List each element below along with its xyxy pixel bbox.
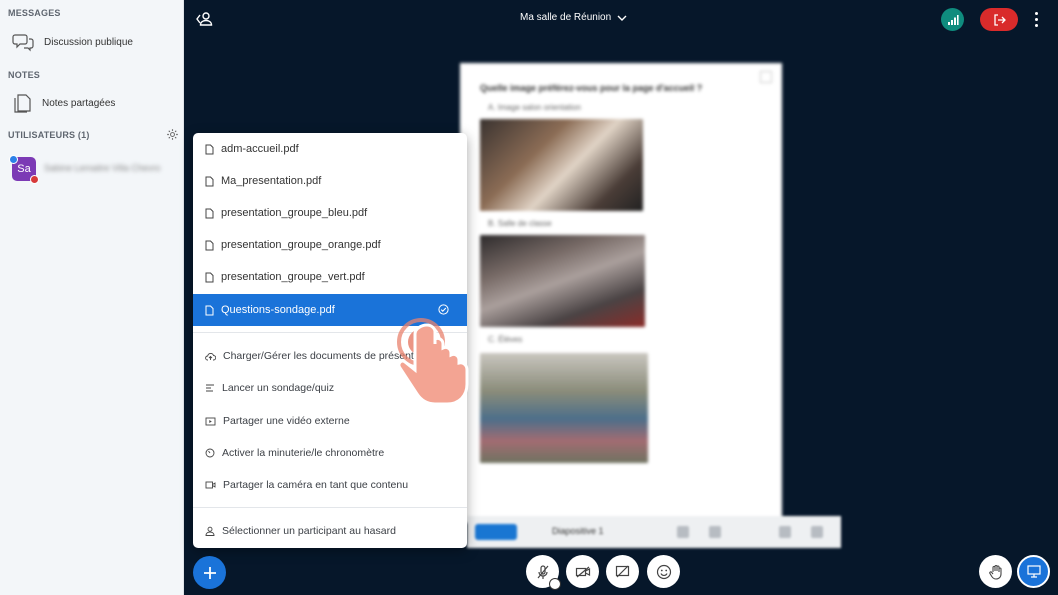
menu-file-label: Ma_presentation.pdf (221, 175, 322, 187)
room-title[interactable]: Ma salle de Réunion (520, 12, 627, 23)
camera-icon (205, 481, 216, 489)
presentation-toolbar: Diapositive 1 (467, 516, 841, 548)
file-icon (205, 176, 214, 186)
menu-file-item[interactable]: presentation_groupe_vert.pdf (193, 261, 467, 293)
menu-file-item-selected[interactable]: Questions-sondage.pdf (193, 294, 467, 326)
menu-file-label: Questions-sondage.pdf (221, 304, 335, 316)
zoom-in-icon[interactable] (779, 526, 791, 538)
logout-icon (993, 13, 1006, 26)
shared-notes-item[interactable]: Notes partagées (0, 86, 184, 120)
menu-random-participant-item[interactable]: Sélectionner un participant au hasard (193, 515, 467, 547)
slide-corner (760, 71, 772, 83)
camera-button[interactable] (566, 555, 599, 588)
slide-option-a: A. Image salon orientation (488, 103, 581, 112)
users-section-title: UTILISATEURS (1) (8, 130, 90, 140)
public-chat-label: Discussion publique (44, 36, 133, 48)
slide-option-b: B. Salle de classe (488, 219, 552, 228)
presentation-toggle-button[interactable] (1017, 555, 1050, 588)
menu-camera-item[interactable]: Partager la caméra en tant que contenu (193, 469, 467, 501)
audio-settings-badge[interactable] (549, 578, 561, 590)
sidebar: MESSAGES Discussion publique NOTES Notes… (0, 0, 184, 595)
slide-image-c (480, 353, 648, 463)
file-icon (205, 272, 214, 282)
leave-button[interactable] (980, 8, 1018, 31)
plus-icon (203, 566, 216, 579)
slide-option-c: C. Élèves (488, 335, 523, 344)
shared-notes-label: Notes partagées (42, 97, 116, 109)
mute-button[interactable] (526, 555, 561, 590)
presenter-badge (9, 155, 18, 164)
notes-section-title: NOTES (8, 70, 41, 80)
menu-random-participant-label: Sélectionner un participant au hasard (222, 525, 396, 537)
menu-file-label: presentation_groupe_orange.pdf (221, 239, 381, 251)
smiley-icon (656, 564, 671, 579)
slide-action-button[interactable] (475, 524, 517, 540)
file-icon (205, 305, 214, 315)
screenshare-button[interactable] (606, 555, 639, 588)
file-icon (205, 240, 214, 250)
room-title-text: Ma salle de Réunion (520, 12, 612, 23)
menu-divider (193, 332, 467, 333)
connection-status-button[interactable] (941, 8, 964, 31)
menu-file-item[interactable]: presentation_groupe_orange.pdf (193, 229, 467, 261)
check-circle-icon (438, 304, 449, 315)
menu-video-label: Partager une vidéo externe (223, 415, 350, 427)
file-icon (205, 144, 214, 154)
microphone-off-icon (537, 564, 548, 579)
timer-icon (205, 448, 215, 458)
hand-icon (988, 564, 1002, 580)
menu-file-label: presentation_groupe_vert.pdf (221, 271, 365, 283)
presentation-icon (1026, 565, 1041, 578)
file-icon (205, 208, 214, 218)
chat-icon (12, 34, 34, 52)
user-list-item[interactable]: Sa Sabine Lemaitre Villa Chevro (0, 153, 184, 187)
chevron-down-icon (617, 15, 627, 21)
gear-icon[interactable] (166, 128, 179, 141)
cloud-upload-icon (205, 352, 216, 360)
slide-image-a (480, 119, 643, 211)
slide-selector[interactable]: Diapositive 1 (552, 526, 604, 536)
muted-badge (30, 175, 39, 184)
slide-image-b (480, 235, 645, 327)
menu-poll-label: Lancer un sondage/quiz (222, 382, 335, 394)
menu-file-label: adm-accueil.pdf (221, 143, 299, 155)
user-name: Sabine Lemaitre Villa Chevro (44, 163, 161, 173)
menu-file-label: presentation_groupe_bleu.pdf (221, 207, 368, 219)
menu-file-item[interactable]: Ma_presentation.pdf (193, 165, 467, 197)
menu-camera-label: Partager la caméra en tant que contenu (223, 479, 409, 491)
menu-timer-label: Activer la minuterie/le chronomètre (222, 447, 385, 459)
slide-question: Quelle image préférez-vous pour la page … (480, 83, 703, 93)
menu-file-item[interactable]: presentation_groupe_bleu.pdf (193, 197, 467, 229)
presentation-actions-menu: adm-accueil.pdf Ma_presentation.pdf pres… (193, 133, 467, 548)
signal-icon (947, 14, 959, 25)
poll-icon (206, 384, 214, 392)
messages-section-title: MESSAGES (8, 8, 61, 18)
menu-video-item[interactable]: Partager une vidéo externe (193, 405, 467, 437)
actions-button[interactable] (193, 556, 226, 589)
user-icon (205, 526, 215, 536)
public-chat-item[interactable]: Discussion publique (0, 25, 184, 59)
menu-timer-item[interactable]: Activer la minuterie/le chronomètre (193, 437, 467, 469)
menu-upload-label: Charger/Gérer les documents de présentat… (223, 350, 437, 362)
menu-file-item[interactable]: adm-accueil.pdf (193, 133, 467, 165)
camera-off-icon (575, 566, 590, 577)
notes-icon (14, 94, 31, 113)
more-slide-options-icon[interactable] (811, 526, 823, 538)
presentation-slide: Quelle image préférez-vous pour la page … (460, 63, 782, 523)
menu-poll-item[interactable]: Lancer un sondage/quiz (193, 372, 467, 404)
more-options-icon[interactable] (1031, 10, 1041, 28)
fit-width-icon[interactable] (677, 526, 689, 538)
video-icon (205, 417, 216, 425)
zoom-out-icon[interactable] (709, 526, 721, 538)
screenshare-off-icon (615, 565, 630, 578)
menu-divider (193, 507, 467, 508)
toggle-userlist-icon[interactable] (195, 11, 213, 27)
raise-hand-button[interactable] (979, 555, 1012, 588)
menu-upload-item[interactable]: Charger/Gérer les documents de présentat… (193, 340, 467, 372)
reactions-button[interactable] (647, 555, 680, 588)
